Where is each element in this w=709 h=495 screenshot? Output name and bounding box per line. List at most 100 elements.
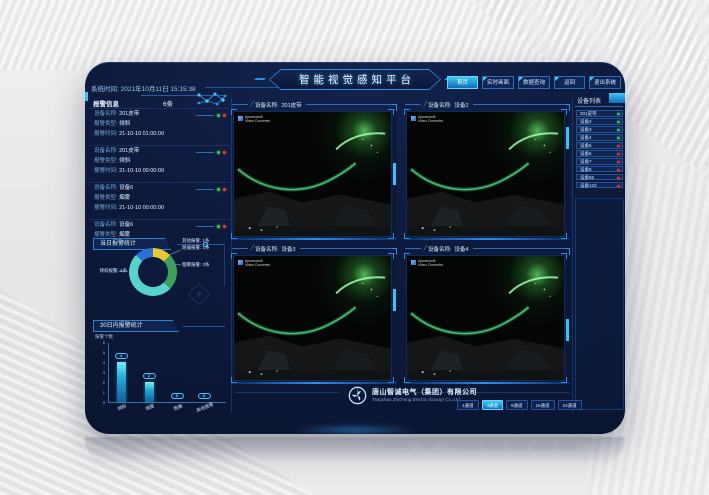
donut-leader-line — [169, 250, 181, 255]
network-nodes-icon — [195, 89, 229, 109]
watermark: Apowersoft Video Converter — [238, 115, 270, 123]
app-window: 系统时间: 2021年10月11日 15:15:38 智能视觉感知平台 首页实时… — [85, 62, 625, 434]
device-list-item[interactable]: 设备7 — [576, 158, 623, 165]
panel-bottom-accent — [232, 238, 397, 240]
laser-scan-graphic — [407, 112, 564, 236]
channel-buttons: 1通道4通道9通道16通道24通道 — [457, 400, 582, 410]
corner-bracket — [404, 377, 410, 383]
device-list-item[interactable]: 设备4 — [576, 134, 623, 141]
panel-bottom-accent — [232, 382, 397, 384]
alarm-card[interactable]: 设备名称: 设备6报警类型: 烟雾报警时间: 21-10-10 00:00:00 — [89, 219, 230, 238]
device-panel-empty-box — [575, 198, 624, 410]
video-scrollbar-thumb[interactable] — [566, 127, 569, 149]
video-scrollbar-thumb[interactable] — [566, 319, 569, 341]
video-device-name: 设备4 — [454, 245, 468, 253]
donut-label-tilt: 倾斜报警: 4条 — [87, 268, 127, 274]
device-status-dot — [617, 185, 620, 188]
video-scrollbar[interactable] — [393, 111, 396, 237]
system-time-value: 2021年10月11日 15:15:38 — [121, 86, 196, 93]
device-list-item[interactable]: 设备6 — [576, 150, 623, 157]
video-scrollbar[interactable] — [566, 111, 569, 237]
device-status-dot — [617, 129, 620, 132]
device-status-dot — [617, 177, 620, 180]
video-grid: / 设备名称: 201皮带 — [232, 98, 570, 388]
channel-button-3[interactable]: 9通道 — [506, 400, 528, 410]
device-list-title: 设备列表 — [577, 96, 601, 105]
company-name-en: Tangshan Zhicheng Electric (Group) Co.,L… — [372, 397, 461, 402]
channel-button-4[interactable]: 16通道 — [531, 400, 555, 410]
video-scrollbar[interactable] — [566, 255, 569, 381]
title-line — [473, 104, 565, 105]
footer-separator — [235, 392, 339, 393]
video-feed: Apowersoft Video Converter — [233, 255, 392, 381]
video-scrollbar-thumb[interactable] — [393, 289, 396, 311]
watermark-line2: Video Converter — [418, 119, 443, 123]
daily-alarm-donut-chart — [129, 248, 177, 296]
corner-bracket — [388, 253, 394, 259]
platform-title-frame: 智能视觉感知平台 — [269, 69, 441, 90]
channel-button-2[interactable]: 4通道 — [482, 400, 504, 410]
title-line — [473, 248, 565, 249]
company-logo — [348, 386, 367, 405]
bar-value-label: 0 — [171, 393, 184, 399]
video-panel-1[interactable]: / 设备名称: 201皮带 — [232, 98, 397, 240]
alarm-status-indicator — [196, 225, 226, 228]
corner-bracket — [561, 233, 567, 239]
video-device-name: 设备3 — [281, 245, 295, 253]
y-tick-label: 3 — [93, 370, 105, 375]
device-list-item[interactable]: 设备8 — [576, 166, 623, 173]
video-panel-3[interactable]: / 设备名称: 设备3 — [232, 242, 397, 384]
corner-bracket — [404, 253, 410, 259]
nav-button-4[interactable]: 返回 — [554, 76, 585, 89]
video-title-label: 设备名称: — [428, 101, 452, 109]
video-title-label: 设备名称: — [428, 245, 452, 253]
device-list-item[interactable]: 201皮带 — [576, 110, 623, 117]
desktop-background: { "header": { "time_label": "系统时间:", "ti… — [0, 0, 709, 495]
alarm-status-indicator — [196, 151, 226, 154]
page-title: 智能视觉感知平台 — [295, 72, 415, 87]
alarm-card[interactable]: 设备名称: 201皮带报警类型: 倾斜报警时间: 21-10-10 01:00:… — [89, 108, 230, 145]
device-list-item[interactable]: 设备2 — [576, 118, 623, 125]
footer-glow — [290, 424, 420, 434]
y-axis — [108, 343, 109, 403]
device-list-item[interactable]: 设备5 — [576, 142, 623, 149]
video-panel-4[interactable]: / 设备名称: 设备4 — [405, 242, 570, 384]
donut-leader-line — [173, 264, 181, 265]
device-status-dot — [617, 153, 620, 156]
device-list-item[interactable]: 设备3 — [576, 126, 623, 133]
nav-button-3[interactable]: 数据查询 — [518, 76, 550, 89]
video-title-bar: / 设备名称: 设备2 — [405, 98, 570, 111]
bar-value-label: 4 — [115, 353, 128, 359]
alarm-count-badge: 6条 — [163, 98, 173, 108]
device-list-tab[interactable] — [609, 93, 625, 103]
header-nav: 首页实时画面数据查询返回退出系统 — [447, 76, 621, 89]
y-tick-label: 6 — [93, 340, 105, 345]
alarm-card[interactable]: 设备名称: 设备6报警类型: 烟雾报警时间: 21-10-10 00:00:00 — [89, 182, 230, 219]
right-divider — [572, 98, 573, 412]
device-list-item[interactable]: 设备123 — [576, 182, 623, 189]
bar-倾斜 — [117, 362, 126, 402]
corner-bracket — [561, 109, 567, 115]
edge-accent — [85, 92, 88, 101]
channel-button-5[interactable]: 24通道 — [558, 400, 582, 410]
corner-bracket — [231, 377, 237, 383]
video-scrollbar-thumb[interactable] — [393, 163, 396, 185]
nav-button-1[interactable]: 首页 — [447, 76, 478, 89]
watermark-icon — [238, 116, 243, 121]
laser-scan-graphic — [234, 112, 391, 236]
alarm-card[interactable]: 设备名称: 201皮带报警类型: 倾斜报警时间: 21-10-10 00:00:… — [89, 145, 230, 182]
y-tick-label: 5 — [93, 350, 105, 355]
video-scrollbar[interactable] — [393, 255, 396, 381]
nav-button-2[interactable]: 实时画面 — [482, 76, 514, 89]
video-device-name: 设备2 — [454, 101, 468, 109]
title-wing-left — [254, 78, 266, 80]
channel-button-1[interactable]: 1通道 — [457, 400, 479, 410]
nav-button-5[interactable]: 退出系统 — [589, 76, 621, 89]
slash-decoration: / — [250, 101, 254, 108]
video-panel-2[interactable]: / 设备名称: 设备2 — [405, 98, 570, 240]
device-list-item[interactable]: 设备55 — [576, 174, 623, 181]
device-status-dot — [617, 145, 620, 148]
laser-scan-graphic — [407, 256, 564, 380]
video-title-bar: / 设备名称: 设备4 — [405, 242, 570, 255]
corner-bracket — [231, 233, 237, 239]
